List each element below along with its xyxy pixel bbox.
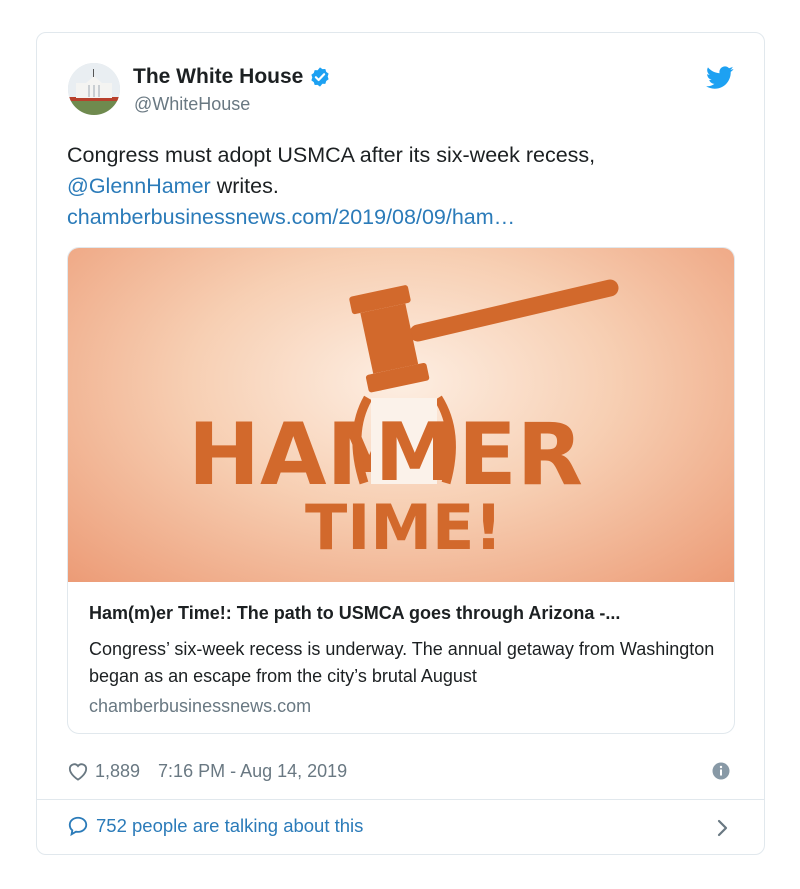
hammer-time-graphic: HAM M ER TIME!: [188, 279, 619, 564]
mention-link[interactable]: @GlennHamer: [67, 174, 211, 198]
twitter-bird-icon[interactable]: [706, 66, 734, 90]
tweet-meta-row: 1,889 7:16 PM - Aug 14, 2019: [67, 758, 347, 784]
info-icon[interactable]: [712, 762, 730, 780]
avatar[interactable]: [68, 63, 120, 115]
heart-icon[interactable]: [67, 761, 89, 781]
conversation-link[interactable]: 752 people are talking about this: [67, 815, 363, 837]
image-text-er: ER: [458, 405, 583, 505]
tweet-text: Congress must adopt USMCA after its six-…: [67, 140, 727, 233]
author-name[interactable]: The White House: [133, 65, 331, 89]
link-preview-card[interactable]: HAM M ER TIME! Ham(m)er Time!: The path …: [67, 247, 735, 734]
link-card-domain: chamberbusinessnews.com: [89, 696, 312, 716]
image-text-time: TIME!: [305, 491, 503, 564]
author-name-label[interactable]: The White House: [133, 65, 303, 89]
chevron-right-icon[interactable]: [716, 818, 730, 838]
divider: [37, 799, 764, 800]
tweet-card[interactable]: The White House @WhiteHouse Congress mus…: [36, 32, 765, 855]
gavel-handle: [409, 279, 619, 342]
tweet-url-link[interactable]: chamberbusinessnews.com/2019/08/09/ham…: [67, 202, 727, 233]
like-count[interactable]: 1,889: [95, 761, 140, 782]
speech-bubble-icon: [68, 816, 88, 837]
link-preview-image[interactable]: HAM M ER TIME!: [68, 248, 734, 582]
white-house-photo: [68, 63, 120, 115]
link-card-title[interactable]: Ham(m)er Time!: The path to USMCA goes t…: [89, 603, 719, 624]
link-card-description: Congress’ six-week recess is underway. T…: [89, 639, 715, 686]
tweet-text-after-mention: writes.: [210, 174, 279, 198]
author-handle[interactable]: @WhiteHouse: [134, 94, 250, 115]
image-text-m: M: [375, 406, 455, 499]
tweet-timestamp[interactable]: 7:16 PM - Aug 14, 2019: [158, 761, 347, 782]
conversation-label[interactable]: 752 people are talking about this: [96, 815, 363, 837]
verified-badge-icon: [311, 67, 329, 87]
tweet-text-line1: Congress must adopt USMCA after its six-…: [67, 143, 596, 167]
